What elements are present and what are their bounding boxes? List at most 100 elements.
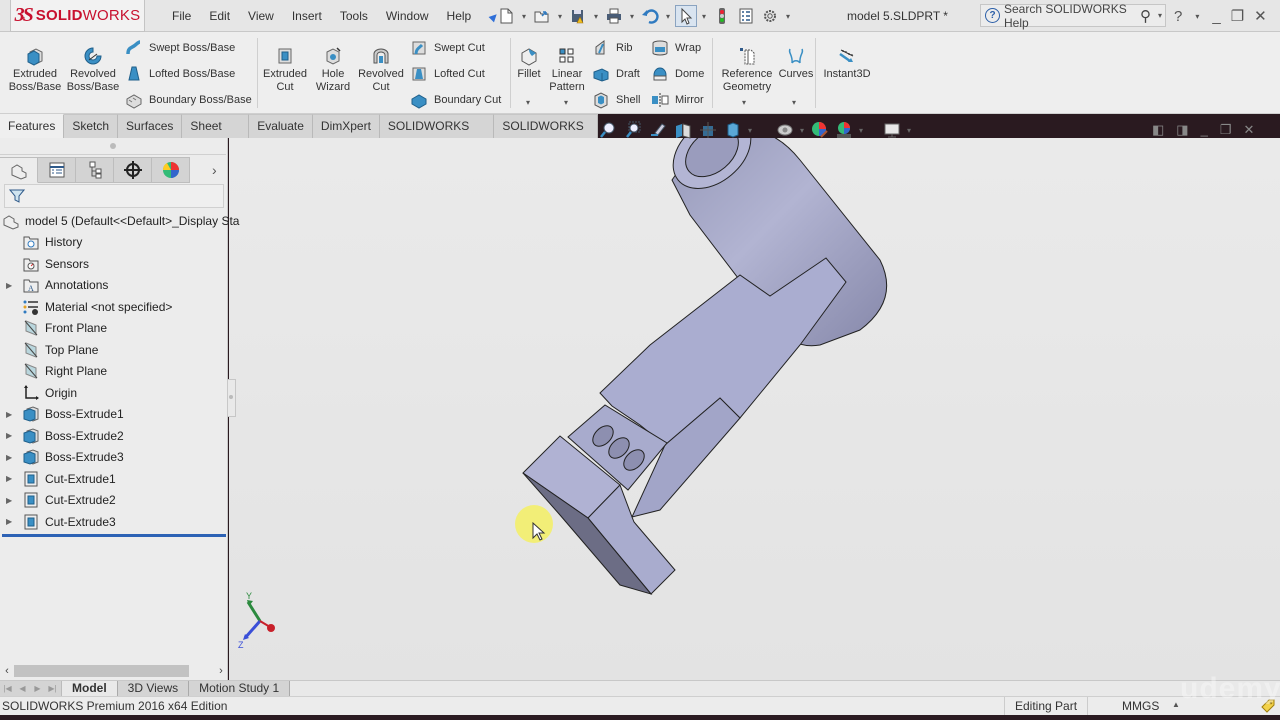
tree-item-boss-extrude3[interactable]: ▶ Boss-Extrude3	[0, 447, 228, 469]
view-orientation-icon[interactable]	[698, 120, 718, 140]
viewport-restore-button[interactable]: ❐	[1220, 122, 1232, 138]
panel-grip[interactable]	[110, 143, 116, 149]
undo-icon[interactable]	[639, 5, 661, 27]
tree-item-origin[interactable]: Origin	[0, 382, 228, 404]
apply-scene-icon[interactable]	[834, 120, 854, 140]
tab-sketch[interactable]: Sketch	[64, 114, 119, 138]
apply-scene-dropdown-icon[interactable]: ▾	[859, 126, 863, 135]
revolved-cut-button[interactable]: Revolved Cut	[352, 46, 410, 94]
curves-button[interactable]: Curves	[767, 46, 825, 81]
reference-geometry-dropdown-icon[interactable]: ▾	[742, 98, 746, 107]
tree-item-boss-extrude2[interactable]: ▶ Boss-Extrude2	[0, 425, 228, 447]
panel-splitter[interactable]	[228, 379, 236, 417]
menu-tools[interactable]: Tools	[331, 9, 377, 23]
section-view-icon[interactable]	[673, 120, 693, 140]
display-style-icon[interactable]	[723, 120, 743, 140]
traffic-light-icon[interactable]	[711, 5, 733, 27]
tab-evaluate[interactable]: Evaluate	[249, 114, 313, 138]
restore-button[interactable]: ❐	[1231, 7, 1244, 25]
rib-button[interactable]: Rib	[592, 38, 633, 58]
help-icon[interactable]: ?	[1174, 8, 1182, 25]
expand-arrow-icon[interactable]: ▶	[6, 410, 16, 419]
tree-item-cut-extrude3[interactable]: ▶ Cut-Extrude3	[0, 511, 228, 533]
zoom-to-fit-icon[interactable]	[598, 120, 618, 140]
tab-3d-views[interactable]: 3D Views	[117, 681, 190, 696]
next-tab-icon[interactable]: ▶	[30, 684, 45, 693]
rollback-bar[interactable]	[2, 534, 226, 537]
select-dropdown-icon[interactable]: ▾	[699, 12, 709, 21]
expand-arrow-icon[interactable]: ▶	[6, 453, 16, 462]
unit-system-label[interactable]: MMGS	[1122, 699, 1159, 713]
select-arrow-icon[interactable]	[675, 5, 697, 27]
previous-tab-icon[interactable]: ◀	[15, 684, 30, 693]
lofted-boss-base-button[interactable]: Lofted Boss/Base	[125, 64, 235, 84]
wrap-button[interactable]: Wrap	[651, 38, 701, 58]
mirror-button[interactable]: Mirror	[651, 90, 704, 110]
properties-icon[interactable]	[735, 5, 757, 27]
save-dropdown-icon[interactable]: ▾	[591, 12, 601, 21]
extruded-boss-base-button[interactable]: Extruded Boss/Base	[6, 46, 64, 94]
unit-system-dropdown-icon[interactable]: ▲	[1172, 700, 1180, 709]
horizontal-scrollbar[interactable]: ‹ ›	[0, 663, 228, 679]
shell-button[interactable]: Shell	[592, 90, 640, 110]
expand-arrow-icon[interactable]: ▶	[6, 474, 16, 483]
print-icon[interactable]	[603, 5, 625, 27]
display-style-dropdown-icon[interactable]: ▾	[748, 126, 752, 135]
featuremanager-tree-icon[interactable]	[0, 157, 38, 183]
tab-motion-study-1[interactable]: Motion Study 1	[189, 681, 291, 696]
close-button[interactable]: ✕	[1254, 7, 1267, 25]
3d-part-model[interactable]	[229, 138, 1280, 680]
draft-button[interactable]: Draft	[592, 64, 640, 84]
help-search-placeholder[interactable]: Search SOLIDWORKS Help	[1004, 2, 1136, 30]
more-tabs-chevron-icon[interactable]: ›	[212, 162, 217, 178]
edit-appearance-icon[interactable]	[809, 120, 829, 140]
new-dropdown-icon[interactable]: ▾	[519, 12, 529, 21]
tree-item-cut-extrude1[interactable]: ▶ Cut-Extrude1	[0, 468, 228, 490]
scroll-right-icon[interactable]: ›	[214, 665, 228, 677]
view-settings-icon[interactable]	[882, 120, 902, 140]
options-dropdown-icon[interactable]: ▾	[783, 12, 793, 21]
pattern-dropdown-icon[interactable]: ▾	[564, 98, 568, 107]
expand-arrow-icon[interactable]: ▶	[6, 281, 16, 290]
solidworks-logo[interactable]: 3S SOLIDWORKS	[10, 0, 145, 32]
boundary-boss-base-button[interactable]: Boundary Boss/Base	[125, 90, 252, 110]
swept-cut-button[interactable]: Swept Cut	[410, 38, 485, 58]
search-dropdown-icon[interactable]: ▾	[1155, 11, 1165, 20]
tree-item-material-not-specified[interactable]: Material <not specified>	[0, 296, 228, 318]
tree-item-history[interactable]: History	[0, 232, 228, 254]
expand-arrow-icon[interactable]: ▶	[6, 517, 16, 526]
propertymanager-icon[interactable]	[38, 157, 76, 183]
expand-arrow-icon[interactable]: ▶	[6, 496, 16, 505]
tree-filter[interactable]	[4, 184, 224, 208]
viewport-close-button[interactable]: ✕	[1243, 122, 1254, 138]
tab-surfaces[interactable]: Surfaces	[118, 114, 183, 138]
print-dropdown-icon[interactable]: ▾	[627, 12, 637, 21]
viewport-minimize-button[interactable]: _	[1201, 122, 1208, 138]
menu-window[interactable]: Window	[377, 9, 438, 23]
tab-sheet-metal[interactable]: Sheet Metal	[182, 114, 250, 155]
new-document-icon[interactable]	[495, 5, 517, 27]
menu-file[interactable]: File	[163, 9, 200, 23]
gear-icon[interactable]	[759, 5, 781, 27]
previous-view-icon[interactable]	[648, 120, 668, 140]
tab-features[interactable]: Features	[0, 114, 65, 138]
revolved-boss-base-button[interactable]: Revolved Boss/Base	[64, 46, 122, 94]
first-tab-icon[interactable]: |◀	[0, 684, 15, 693]
swept-boss-base-button[interactable]: Swept Boss/Base	[125, 38, 235, 58]
help-search-box[interactable]: ? Search SOLIDWORKS Help ⚲ ▾	[980, 2, 1166, 30]
instant3d-button[interactable]: Instant3D	[818, 46, 876, 81]
minimize-button[interactable]: _	[1212, 8, 1220, 25]
view-settings-dropdown-icon[interactable]: ▾	[907, 126, 911, 135]
scroll-left-icon[interactable]: ‹	[0, 665, 14, 677]
last-tab-icon[interactable]: ▶|	[45, 684, 60, 693]
open-dropdown-icon[interactable]: ▾	[555, 12, 565, 21]
boundary-cut-button[interactable]: Boundary Cut	[410, 90, 501, 110]
tree-item-right-plane[interactable]: Right Plane	[0, 361, 228, 383]
zoom-to-area-icon[interactable]	[623, 120, 643, 140]
tree-item-cut-extrude2[interactable]: ▶ Cut-Extrude2	[0, 490, 228, 512]
collapse-left-pane-icon[interactable]: ◧	[1152, 122, 1164, 138]
save-icon[interactable]	[567, 5, 589, 27]
filter-icon[interactable]	[9, 188, 25, 204]
help-dropdown-icon[interactable]: ▾	[1192, 12, 1202, 21]
tab-dimxpert[interactable]: DimXpert	[312, 114, 380, 138]
